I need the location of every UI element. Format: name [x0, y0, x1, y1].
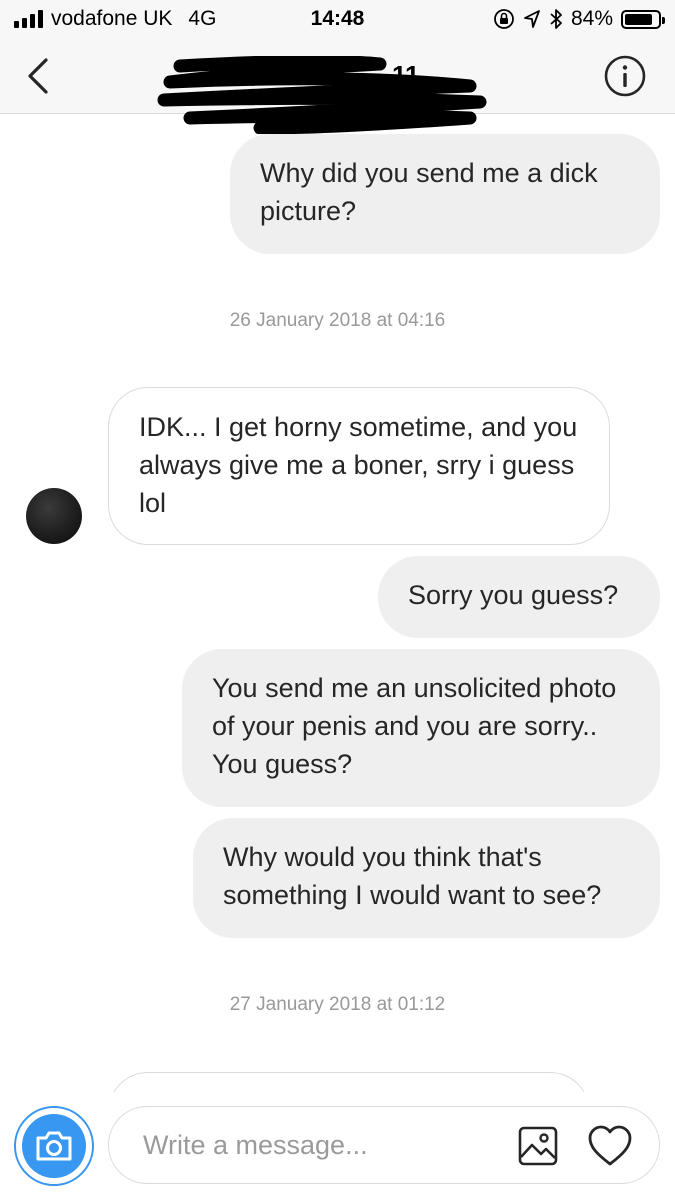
- camera-button-fill: [22, 1114, 86, 1178]
- camera-button[interactable]: [14, 1106, 94, 1186]
- gallery-button[interactable]: [517, 1125, 559, 1167]
- chevron-left-icon: [28, 58, 48, 94]
- message-bubble-received[interactable]: IDK... I get horny sometime, and you alw…: [108, 387, 610, 545]
- message-bubble-received-partial[interactable]: [108, 1072, 590, 1092]
- back-button[interactable]: [18, 54, 58, 98]
- dm-screen: vodafone UK 4G 14:48 84% 11 Why did you …: [0, 0, 675, 1200]
- message-box: [108, 1106, 660, 1184]
- camera-icon: [36, 1131, 72, 1161]
- status-right: 84%: [493, 7, 665, 31]
- location-arrow-icon: [524, 10, 540, 28]
- timestamp-divider: 27 January 2018 at 01:12: [229, 994, 446, 1015]
- battery-cap: [662, 16, 665, 24]
- battery-icon: [621, 9, 665, 29]
- info-circle-icon: [604, 55, 646, 97]
- message-composer: [0, 1092, 675, 1200]
- status-bar: vodafone UK 4G 14:48 84%: [0, 0, 675, 40]
- heart-icon: [588, 1125, 632, 1166]
- timestamp-divider: 26 January 2018 at 04:16: [229, 310, 446, 331]
- message-thread[interactable]: Why did you send me a dick picture? 26 J…: [0, 114, 675, 1092]
- conversation-header: 11: [0, 40, 675, 134]
- orientation-lock-icon: [494, 9, 514, 29]
- battery-level: [625, 13, 652, 25]
- gallery-icon: [518, 1126, 558, 1166]
- message-bubble-sent[interactable]: Why would you think that's something I w…: [193, 818, 660, 938]
- message-bubble-sent[interactable]: Why did you send me a dick picture?: [230, 134, 660, 254]
- message-input[interactable]: [143, 1121, 503, 1169]
- like-button[interactable]: [587, 1124, 633, 1168]
- bluetooth-icon: [550, 9, 562, 29]
- avatar[interactable]: [26, 488, 82, 544]
- info-button[interactable]: [603, 54, 647, 98]
- message-bubble-sent[interactable]: Sorry you guess?: [378, 556, 660, 638]
- message-bubble-sent[interactable]: You send me an unsolicited photo of your…: [182, 649, 660, 807]
- battery-percent: 84%: [570, 7, 613, 30]
